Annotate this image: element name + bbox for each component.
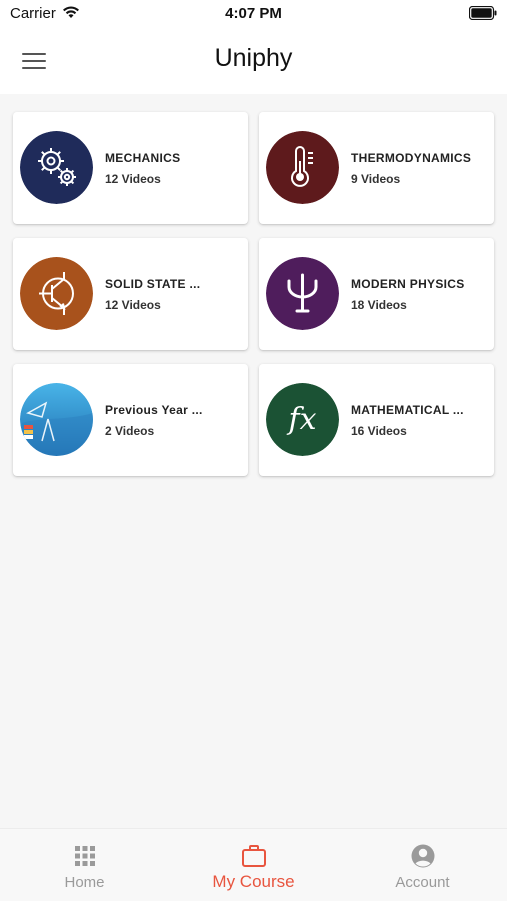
tab-label: Account: [395, 874, 450, 891]
course-card-thermodynamics[interactable]: THERMODYNAMICS 9 Videos: [259, 112, 494, 224]
exam-tools-icon: [20, 383, 93, 456]
page-title: Uniphy: [214, 44, 293, 72]
course-card-modern-physics[interactable]: MODERN PHYSICS 18 Videos: [259, 238, 494, 350]
bottom-tab-bar: Home My Course Account: [0, 828, 507, 901]
course-card-mechanics[interactable]: MECHANICS 12 Videos: [13, 112, 248, 224]
transistor-icon: [20, 257, 93, 330]
battery-icon: [469, 6, 497, 20]
tab-label: Home: [64, 874, 105, 891]
grid-icon: [75, 846, 95, 866]
course-video-count: 12 Videos: [105, 172, 161, 186]
course-title: SOLID STATE ...: [105, 277, 201, 291]
tab-my-course[interactable]: My Course: [169, 829, 338, 901]
fx-icon: fx: [266, 383, 339, 456]
tab-home[interactable]: Home: [0, 829, 169, 901]
status-time: 4:07 PM: [225, 5, 282, 22]
course-title: MODERN PHYSICS: [351, 277, 465, 291]
course-card-solid-state[interactable]: SOLID STATE ... 12 Videos: [13, 238, 248, 350]
course-video-count: 2 Videos: [105, 424, 155, 438]
course-title: MECHANICS: [105, 151, 181, 165]
course-title: Previous Year ...: [105, 403, 203, 417]
app-header: Uniphy: [0, 28, 507, 94]
gears-icon: [20, 131, 93, 204]
course-card-previous-year[interactable]: Previous Year ... 2 Videos: [13, 364, 248, 476]
course-title: THERMODYNAMICS: [351, 151, 472, 165]
course-grid: MECHANICS 12 Videos THERMODYNAMICS 9 Vid…: [0, 94, 507, 828]
tab-label: My Course: [212, 872, 295, 891]
course-video-count: 9 Videos: [351, 172, 401, 186]
briefcase-icon: [242, 845, 266, 867]
fx-glyph: fx: [286, 402, 316, 437]
psi-icon: [266, 257, 339, 330]
course-video-count: 16 Videos: [351, 424, 407, 438]
course-title: MATHEMATICAL ...: [351, 403, 464, 417]
status-bar: Carrier 4:07 PM: [0, 0, 507, 28]
course-card-mathematical[interactable]: fx MATHEMATICAL ... 16 Videos: [259, 364, 494, 476]
course-video-count: 18 Videos: [351, 298, 407, 312]
course-video-count: 12 Videos: [105, 298, 161, 312]
tab-account[interactable]: Account: [338, 829, 507, 901]
account-icon: [411, 844, 435, 868]
thermometer-icon: [266, 131, 339, 204]
